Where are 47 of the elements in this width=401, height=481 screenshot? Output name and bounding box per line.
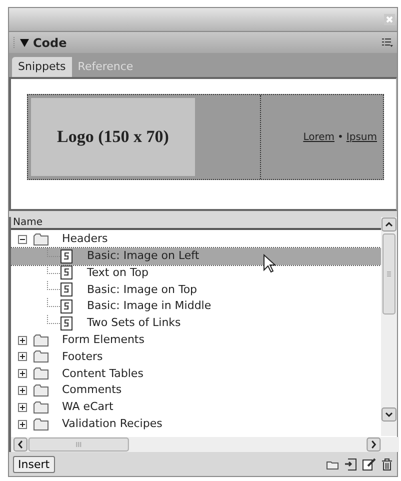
expand-icon[interactable] — [18, 336, 27, 345]
link[interactable]: Lorem — [303, 130, 334, 144]
grip-icon[interactable] — [13, 36, 16, 48]
snippet-icon — [60, 265, 73, 280]
edit-icon[interactable] — [362, 458, 376, 470]
expand-icon[interactable] — [18, 402, 27, 412]
folder-icon — [33, 350, 49, 364]
tree-row[interactable]: Validation Recipes — [11, 416, 381, 433]
folder-icon — [33, 367, 49, 380]
tree-row[interactable]: Content Tables — [11, 365, 381, 382]
tab[interactable]: Snippets — [12, 56, 72, 77]
tree-row[interactable]: Basic: Image in Middle — [11, 298, 381, 315]
folder-icon — [33, 400, 49, 414]
folder-icon — [33, 334, 49, 347]
options-menu-icon[interactable] — [382, 38, 393, 48]
snippet-icon — [60, 316, 73, 331]
delete-icon[interactable] — [381, 458, 393, 470]
expand-icon[interactable] — [18, 352, 27, 362]
snippet-icon — [60, 248, 73, 264]
tree-row[interactable]: Text on Top — [11, 264, 381, 282]
tree-row[interactable]: Headers — [11, 231, 381, 248]
new-folder-icon[interactable] — [326, 458, 339, 470]
link[interactable]: Ipsum — [346, 130, 377, 144]
tree-row[interactable]: Form Elements — [11, 332, 381, 349]
tree-row[interactable]: Basic: Image on Top — [11, 281, 381, 298]
tree-row[interactable]: WA eCart — [11, 398, 381, 416]
new-snippet-icon[interactable] — [344, 458, 357, 470]
tree-row[interactable]: Comments — [11, 382, 381, 399]
column-header[interactable]: Name — [11, 217, 381, 230]
panel-title: Code — [33, 34, 67, 52]
tree-row[interactable]: Footers — [11, 348, 381, 366]
folder-icon — [33, 384, 49, 398]
folder-icon — [33, 232, 49, 246]
logo-area: Logo (150 x 70) — [31, 98, 195, 176]
expand-icon[interactable] — [18, 386, 27, 396]
expand-icon[interactable] — [18, 369, 27, 378]
collapse-icon[interactable] — [18, 234, 27, 244]
mouse-pointer-icon — [263, 254, 276, 273]
tree-row[interactable]: Two Sets of Links — [11, 314, 381, 332]
folder-icon — [33, 418, 49, 431]
separator: • — [338, 130, 344, 144]
snippet-icon — [60, 282, 73, 298]
insert-button[interactable]: Insert — [13, 456, 55, 472]
expand-icon[interactable] — [18, 420, 27, 429]
collapse-triangle-icon[interactable] — [20, 38, 29, 46]
tree-row[interactable]: Basic: Image on Left — [11, 248, 381, 265]
snippet-icon — [60, 299, 73, 314]
